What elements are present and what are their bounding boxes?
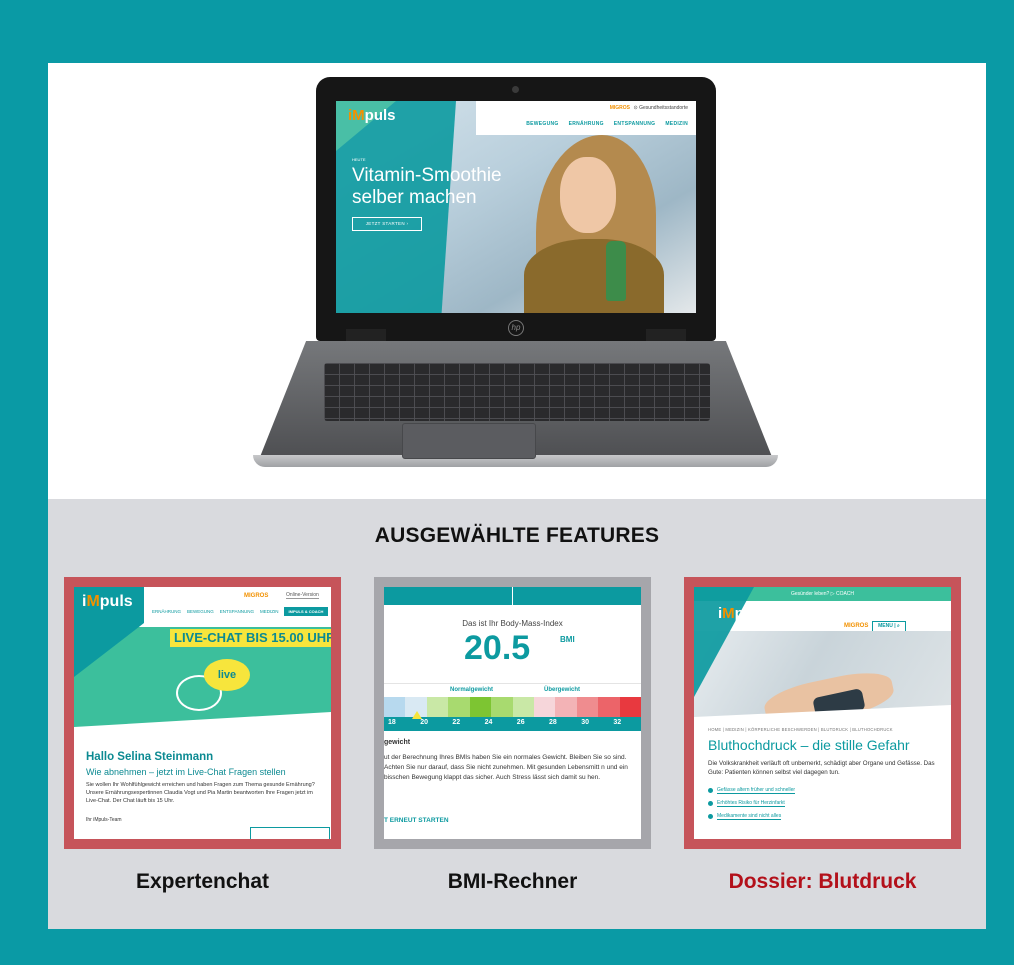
- bmi-unit: BMI: [560, 635, 575, 644]
- bmi-tick-label: 28: [549, 719, 557, 726]
- hero-headline: Vitamin-Smoothie selber machen: [352, 165, 502, 208]
- blood-pressure-photo: [694, 631, 951, 733]
- bmi-tick-label: 24: [484, 719, 493, 726]
- features-title: AUSGEWÄHLTE FEATURES: [374, 524, 660, 547]
- bmi-tick-label: 18: [388, 719, 396, 726]
- impuls-coach-button: IMPULS & COACH: [284, 607, 328, 616]
- migros-logo: MIGROS: [609, 105, 630, 111]
- bmi-scale-segment: [384, 697, 406, 717]
- bmi-scale-segment: [426, 697, 449, 717]
- bmi-result-heading: gewicht: [384, 739, 411, 746]
- live-bubble-icon: live: [204, 659, 250, 691]
- bmi-tick-label: 30: [581, 719, 589, 726]
- caption-expertenchat[interactable]: Expertenchat: [64, 870, 341, 894]
- migros-logo: MIGROS: [244, 593, 269, 599]
- bmi-scale-segment: [469, 697, 492, 717]
- dossier-screenshot: Gesünder leben? ▷ COACH MIGROS MENU | ⌕ …: [694, 587, 951, 839]
- chat-button-outline: [250, 827, 330, 839]
- bullet-icon: [708, 788, 713, 793]
- laptop-screen: iMpuls MIGROS ⊙ Gesundheitsstandorte BEW…: [336, 101, 696, 313]
- hero-kicker: HEUTE: [352, 157, 366, 162]
- laptop-keyboard: [324, 363, 710, 421]
- bmi-scale-segment: [598, 697, 620, 717]
- live-chat-banner: LIVE-CHAT BIS 15.00 UHR: [170, 629, 331, 647]
- bmi-tick-label: 32: [613, 719, 622, 726]
- bmi-scale-segment: [491, 697, 513, 717]
- bmi-scale-segment: [533, 697, 556, 717]
- migros-logo: MIGROS: [844, 623, 869, 629]
- smoothie-bottle: [606, 241, 626, 301]
- impuls-logo[interactable]: iMpuls: [348, 107, 396, 124]
- impuls-logo: iMpuls: [718, 605, 766, 622]
- bmi-scale-segment: [512, 697, 534, 717]
- webcam: [512, 86, 519, 93]
- nav-medizin[interactable]: MEDIZIN: [665, 121, 688, 127]
- nav-entspannung[interactable]: ENTSPANNUNG: [614, 121, 656, 127]
- bmi-result-text: ut der Berechnung Ihres BMIs haben Sie e…: [384, 754, 628, 781]
- breadcrumb: HOME | MEDIZIN | KÖRPERLICHE BESCHWERDEN…: [708, 727, 893, 732]
- bmi-restart-link: T ERNEUT STARTEN: [384, 817, 449, 824]
- chat-body: Sie wollen Ihr Wohlfühlgewicht erreichen…: [86, 782, 315, 804]
- bmi-value: 20.5: [464, 629, 531, 667]
- dossier-thumbnail[interactable]: Gesünder leben? ▷ COACH MIGROS MENU | ⌕ …: [684, 577, 961, 849]
- bmi-tick-label: 22: [452, 719, 461, 726]
- bmi-separator: [384, 683, 641, 684]
- caption-dossier-blutdruck[interactable]: Dossier: Blutdruck: [684, 870, 961, 894]
- online-version-link: Online-Version: [286, 592, 319, 599]
- bmi-color-scale: [384, 697, 641, 717]
- logo-accent: M: [352, 107, 365, 124]
- bmi-screenshot: Das ist Ihr Body-Mass-Index 20.5 BMI Nor…: [384, 587, 641, 839]
- bullet-icon: [708, 814, 713, 819]
- hinge-right: [646, 329, 686, 343]
- bullet-icon: [708, 801, 713, 806]
- bmi-scale-segment: [619, 697, 641, 717]
- dossier-link: Medikamente sind nicht alles: [708, 813, 944, 820]
- chat-greeting: Hallo Selina Steinmann: [86, 751, 214, 763]
- chat-subtitle: Wie abnehmen – jetzt im Live-Chat Fragen…: [86, 767, 286, 777]
- features-section: AUSGEWÄHLTE FEATURES iMpuls MIGROS Onlin…: [48, 499, 986, 929]
- chat-screenshot: iMpuls MIGROS Online-Version ERNÄHRUNG BE…: [74, 587, 331, 839]
- bmi-marker-icon: [412, 711, 422, 719]
- laptop-touchpad: [402, 423, 536, 459]
- chat-signature: Ihr iMpuls-Team: [86, 817, 122, 823]
- nav-bewegung[interactable]: BEWEGUNG: [526, 121, 558, 127]
- bmi-scale-segment: [448, 697, 470, 717]
- uebergewicht-label: Übergewicht: [544, 687, 581, 693]
- bmi-label: Das ist Ihr Body-Mass-Index: [462, 619, 563, 628]
- start-button[interactable]: JETZT STARTEN ›: [352, 217, 422, 231]
- dossier-link: Erhöhtes Risiko für Herzinfarkt: [708, 800, 944, 807]
- dossier-body: Die Volkskrankheit verläuft oft unbemerk…: [708, 760, 935, 776]
- screen-nav: BEWEGUNG ERNÄHRUNG ENTSPANNUNG MEDIZIN: [516, 121, 688, 127]
- laptop-lid: iMpuls MIGROS ⊙ Gesundheitsstandorte BEW…: [316, 77, 716, 341]
- dossier-link: Gefässe altern früher und schneller: [708, 787, 944, 794]
- chevron-right-icon: ›: [406, 221, 409, 226]
- hinge-left: [346, 329, 386, 343]
- content-card: iMpuls MIGROS ⊙ Gesundheitsstandorte BEW…: [48, 63, 986, 929]
- expertenchat-thumbnail[interactable]: iMpuls MIGROS Online-Version ERNÄHRUNG BE…: [64, 577, 341, 849]
- nav-ernaehrung[interactable]: ERNÄHRUNG: [569, 121, 604, 127]
- gesundheit-link[interactable]: ⊙ Gesundheitsstandorte: [633, 105, 688, 111]
- normalgewicht-label: Normalgewicht: [450, 687, 494, 693]
- hero-section: iMpuls MIGROS ⊙ Gesundheitsstandorte BEW…: [48, 63, 986, 499]
- bmi-scale-segment: [576, 697, 599, 717]
- bmi-tick-label: 26: [516, 719, 525, 726]
- bmi-top-bar: [384, 587, 641, 605]
- dossier-links: Gefässe altern früher und schneller Erhö…: [708, 787, 944, 826]
- bmi-tick-label: 20: [420, 719, 428, 726]
- caption-bmi-rechner[interactable]: BMI-Rechner: [374, 870, 651, 894]
- chat-nav: ERNÄHRUNG BEWEGUNG ENTSPANNUNG MEDIZIN: [152, 609, 279, 614]
- hp-logo-icon: hp: [508, 320, 524, 336]
- woman-face: [560, 157, 616, 233]
- dossier-title: Bluthochdruck – die stille Gefahr: [708, 737, 910, 753]
- impuls-logo: iMpuls: [82, 593, 133, 610]
- woman-body: [524, 239, 664, 313]
- bmi-thumbnail[interactable]: Das ist Ihr Body-Mass-Index 20.5 BMI Nor…: [374, 577, 651, 849]
- bmi-scale-segment: [555, 697, 577, 717]
